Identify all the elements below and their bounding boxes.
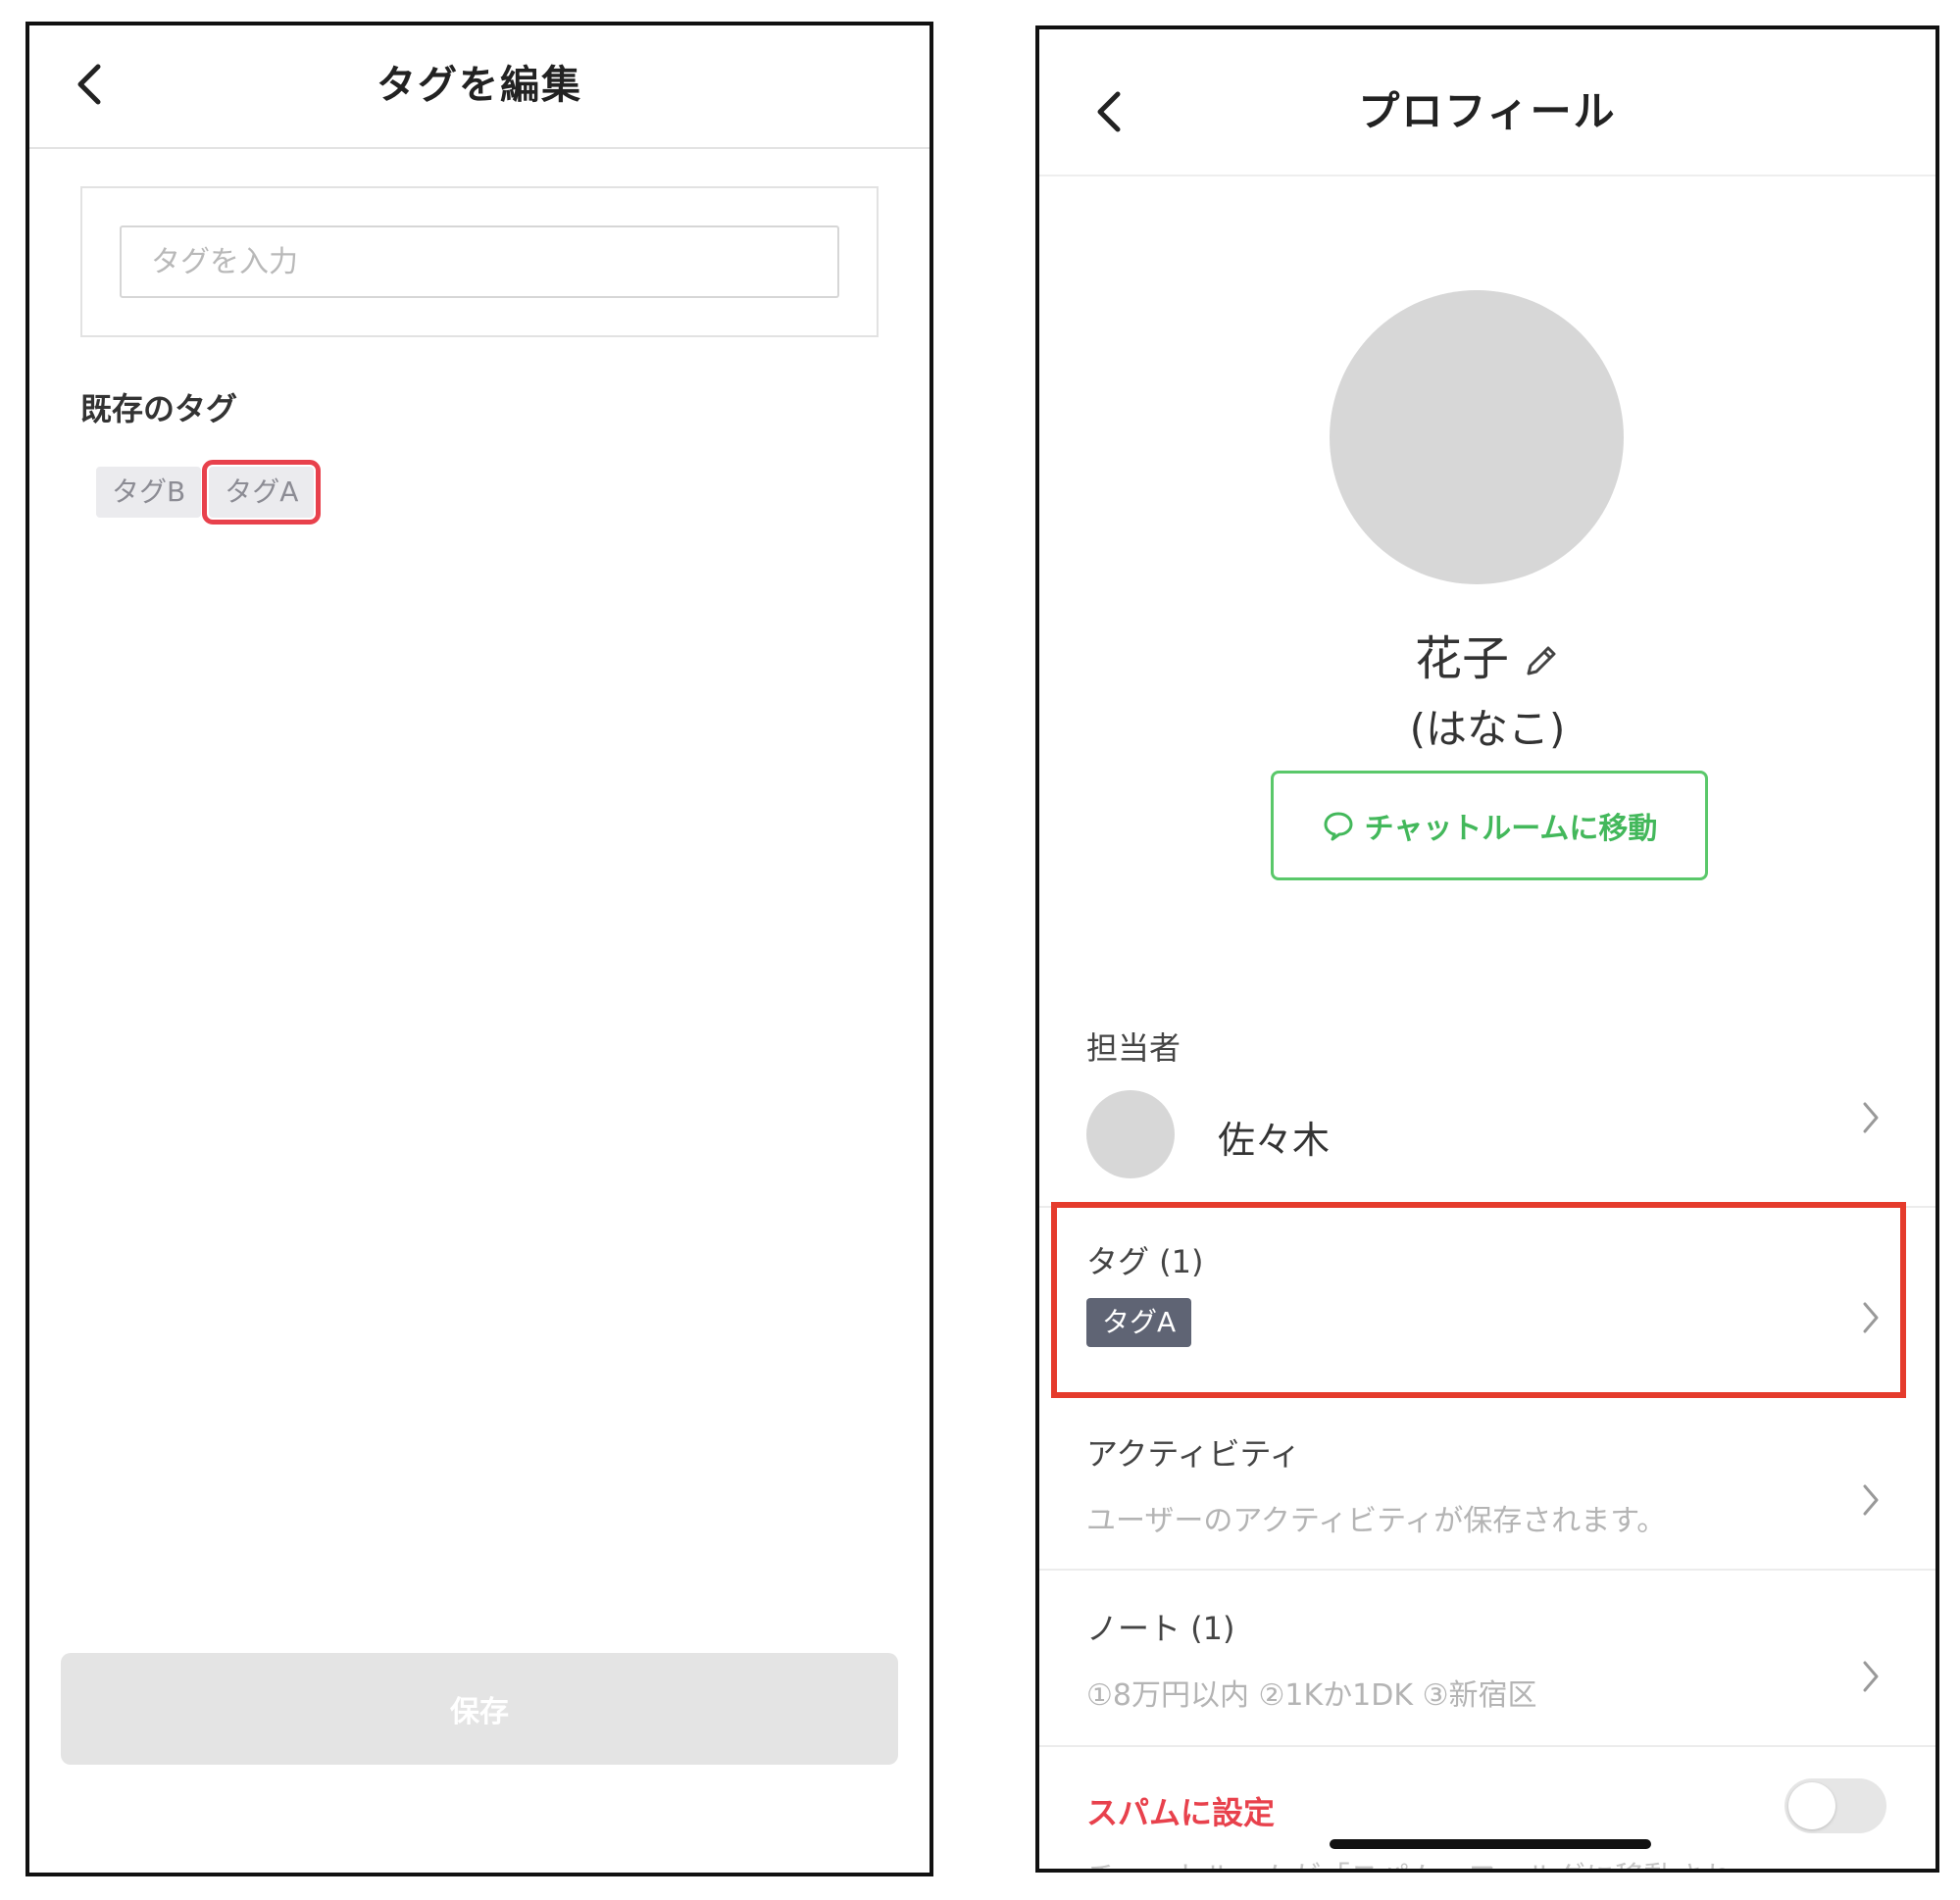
- spam-toggle[interactable]: [1784, 1778, 1886, 1833]
- notes-preview: ①8万円以内 ②1Kか1DK ③新宿区: [1086, 1678, 1537, 1713]
- profile-name-row: 花子: [1039, 620, 1935, 688]
- toggle-knob: [1788, 1782, 1835, 1829]
- tags-label: タグ (1): [1086, 1243, 1204, 1280]
- tag-pill: タグA: [1086, 1298, 1192, 1347]
- page-title: プロフィール: [1358, 87, 1617, 135]
- spam-description: チャットルームが「スパム」フォルダに移動され: [1086, 1853, 1733, 1869]
- activity-description: ユーザーのアクティビティが保存されます。: [1086, 1504, 1667, 1538]
- tag-editor-screen: タグを編集 既存のタグ タグB タグA 保存: [25, 22, 933, 1876]
- profile-screen: プロフィール 花子 (はなこ) チャットルームに移動 担当者 佐々木 タグ (1…: [1035, 25, 1939, 1873]
- existing-tags-label: 既存のタグ: [80, 390, 238, 427]
- chevron-right-icon[interactable]: [1859, 1480, 1883, 1520]
- tag-input[interactable]: [120, 225, 839, 298]
- tag-input-container: [80, 186, 879, 337]
- save-button[interactable]: 保存: [61, 1653, 898, 1765]
- notes-label: ノート (1): [1086, 1610, 1235, 1647]
- activity-label: アクティビティ: [1086, 1435, 1301, 1473]
- chat-room-button[interactable]: チャットルームに移動: [1271, 771, 1708, 880]
- tag-chip[interactable]: タグB: [96, 467, 202, 518]
- chat-room-button-label: チャットルームに移動: [1364, 812, 1658, 846]
- tag-chip-selected[interactable]: タグA: [202, 460, 322, 525]
- home-indicator[interactable]: [1330, 1839, 1651, 1849]
- profile-name: 花子: [1414, 631, 1509, 686]
- assignee-label: 担当者: [1086, 1029, 1181, 1067]
- header: プロフィール: [1039, 29, 1935, 176]
- avatar: [1330, 290, 1624, 584]
- chevron-right-icon[interactable]: [1859, 1098, 1883, 1137]
- profile-name-kana: (はなこ): [1409, 705, 1566, 753]
- divider: [1039, 1745, 1935, 1747]
- header: タグを編集: [29, 25, 930, 149]
- pencil-icon[interactable]: [1521, 642, 1560, 681]
- chevron-right-icon[interactable]: [1859, 1657, 1883, 1696]
- chevron-right-icon[interactable]: [1859, 1298, 1883, 1337]
- spam-label: スパムに設定: [1086, 1794, 1276, 1831]
- assignee-avatar: [1086, 1090, 1175, 1178]
- assignee-name[interactable]: 佐々木: [1218, 1110, 1330, 1164]
- divider: [1039, 1569, 1935, 1571]
- page-title: タグを編集: [377, 63, 582, 108]
- existing-tags-list: タグB タグA: [96, 460, 322, 525]
- chat-bubble-icon: [1324, 812, 1353, 841]
